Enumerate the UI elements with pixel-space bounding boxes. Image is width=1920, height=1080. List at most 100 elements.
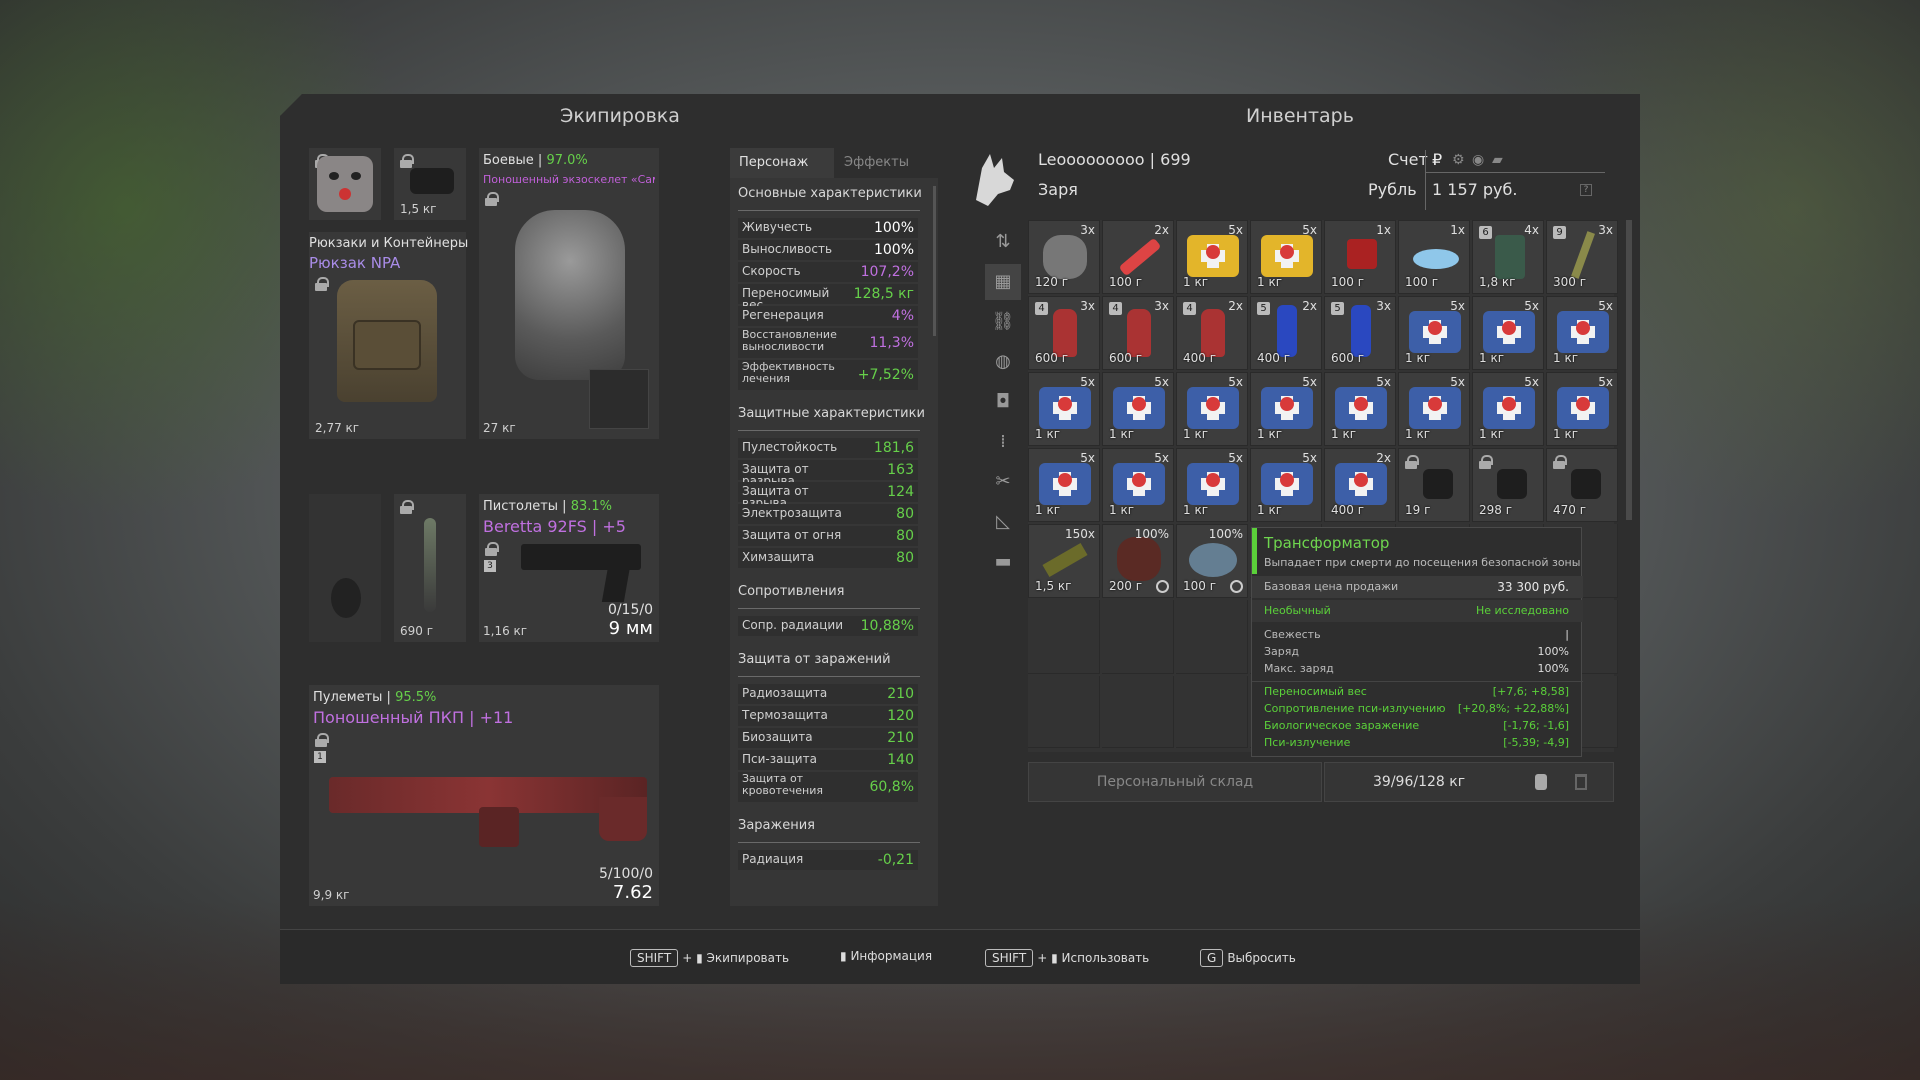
inventory-item[interactable]: 5x 1 кг bbox=[1102, 448, 1174, 522]
trash-icon[interactable] bbox=[1575, 774, 1587, 790]
armor-name: Поношенный экзоскелет «Самсон» |... bbox=[483, 173, 655, 186]
pistol-slot-number: 3 bbox=[484, 560, 496, 572]
inventory-item[interactable]: 1x 100 г bbox=[1324, 220, 1396, 294]
inventory-weight: 39/96/128 кг bbox=[1373, 774, 1466, 790]
stat-row: Пулестойкость 181,6 bbox=[738, 438, 918, 458]
stat-value: 11,3% bbox=[869, 335, 914, 351]
inventory-item[interactable]: 5x 1 кг bbox=[1472, 372, 1544, 446]
stat-value: 163 bbox=[887, 462, 914, 478]
tooltip-mod-value: [+7,6; +8,58] bbox=[1492, 685, 1569, 698]
ruble-icon[interactable]: ₽ bbox=[1432, 150, 1442, 169]
inventory-item[interactable]: 5x 1 кг bbox=[1472, 296, 1544, 370]
inventory-item[interactable]: 100% 200 г bbox=[1102, 524, 1174, 598]
inventory-item[interactable]: 5 3x 600 г bbox=[1324, 296, 1396, 370]
lock-icon bbox=[1479, 455, 1493, 469]
stat-name: Термозащита bbox=[742, 708, 828, 722]
inventory-item[interactable]: 298 г bbox=[1472, 448, 1544, 522]
inventory-item[interactable]: 5x 1 кг bbox=[1250, 448, 1322, 522]
inventory-item[interactable]: 5x 1 кг bbox=[1546, 296, 1618, 370]
empty-cell[interactable] bbox=[1102, 676, 1174, 748]
player-faction: Заря bbox=[1038, 180, 1078, 199]
compass-icon[interactable]: ◉ bbox=[1472, 152, 1484, 168]
inventory-item[interactable]: 5x 1 кг bbox=[1102, 372, 1174, 446]
item-count: 5x bbox=[1228, 451, 1243, 465]
inventory-item[interactable]: 5 2x 400 г bbox=[1250, 296, 1322, 370]
hint-use-label: Использовать bbox=[1061, 951, 1150, 965]
inventory-item[interactable]: 6 4x 1,8 кг bbox=[1472, 220, 1544, 294]
inventory-item[interactable]: 4 2x 400 г bbox=[1176, 296, 1248, 370]
inventory-item[interactable]: 5x 1 кг bbox=[1398, 296, 1470, 370]
inventory-item[interactable]: 100% 100 г bbox=[1176, 524, 1248, 598]
empty-cell[interactable] bbox=[1028, 600, 1100, 674]
empty-cell[interactable] bbox=[1028, 676, 1100, 748]
armor-slot[interactable]: Боевые | 97.0% Поношенный экзоскелет «Са… bbox=[479, 148, 659, 439]
armor-mod-slot[interactable] bbox=[589, 369, 649, 429]
camera-icon[interactable]: ◘ bbox=[985, 384, 1021, 420]
sort-icon[interactable]: ⇅ bbox=[985, 224, 1021, 260]
item-weight: 1 кг bbox=[1257, 275, 1283, 289]
empty-cell[interactable] bbox=[1176, 600, 1248, 674]
inventory-scrollbar[interactable] bbox=[1626, 220, 1632, 520]
inventory-item[interactable]: 5x 1 кг bbox=[1176, 448, 1248, 522]
night-vision-slot[interactable]: 1,5 кг bbox=[394, 148, 466, 220]
inventory-item[interactable]: 470 г bbox=[1546, 448, 1618, 522]
pistol-name: Beretta 92FS | +5 bbox=[483, 517, 626, 536]
bottle-icon bbox=[1127, 309, 1151, 357]
truck-icon[interactable]: ▰ bbox=[1492, 152, 1503, 168]
inventory-item[interactable]: 5x 1 кг bbox=[1250, 372, 1322, 446]
empty-cell[interactable] bbox=[1176, 676, 1248, 748]
pistol-slot[interactable]: Пистолеты | 83.1% Beretta 92FS | +5 3 0/… bbox=[479, 494, 659, 642]
inventory-item[interactable]: 5x 1 кг bbox=[1250, 220, 1322, 294]
item-weight: 298 г bbox=[1479, 503, 1513, 517]
inventory-item[interactable]: 5x 1 кг bbox=[1028, 372, 1100, 446]
tab-effects[interactable]: Эффекты bbox=[834, 148, 938, 178]
inventory-item[interactable]: 2x 400 г bbox=[1324, 448, 1396, 522]
item-weight: 1 кг bbox=[1183, 275, 1209, 289]
box-icon[interactable]: ▬ bbox=[985, 544, 1021, 580]
inventory-item[interactable]: 1x 100 г bbox=[1398, 220, 1470, 294]
tab-character[interactable]: Персонаж bbox=[730, 148, 834, 178]
inventory-item[interactable]: 5x 1 кг bbox=[1028, 448, 1100, 522]
attachment-icon bbox=[1497, 469, 1527, 499]
grenade-slot[interactable] bbox=[309, 494, 381, 642]
bullets-icon[interactable]: ⁞ bbox=[985, 424, 1021, 460]
item-weight: 100 г bbox=[1331, 275, 1365, 289]
machine-gun-slot[interactable]: Пулеметы | 95.5% Поношенный ПКП | +11 1 … bbox=[309, 685, 659, 906]
inventory-item[interactable]: 5x 1 кг bbox=[1398, 372, 1470, 446]
stat-name: Восстановление выносливости bbox=[742, 328, 837, 353]
item-tier: 6 bbox=[1479, 226, 1492, 239]
gear-icon[interactable]: ⚙ bbox=[1452, 152, 1465, 168]
stat-name: Пси-защита bbox=[742, 752, 817, 766]
exoskeleton-icon bbox=[515, 210, 625, 380]
backpack-slot[interactable]: Рюкзаки и Контейнеры Рюкзак NPA 2,77 кг bbox=[309, 232, 468, 439]
stats-scrollbar[interactable] bbox=[933, 186, 936, 336]
inventory-item[interactable]: 5x 1 кг bbox=[1176, 220, 1248, 294]
mask-slot[interactable] bbox=[309, 148, 381, 220]
personal-storage-button[interactable]: Персональный склад bbox=[1028, 762, 1322, 802]
link-icon[interactable]: ⛓ bbox=[985, 304, 1021, 340]
melee-slot[interactable]: 690 г bbox=[394, 494, 466, 642]
globe-icon[interactable]: ◍ bbox=[985, 344, 1021, 380]
stat-row: Электрозащита 80 bbox=[738, 504, 918, 524]
inventory-item[interactable]: 4 3x 600 г bbox=[1028, 296, 1100, 370]
inventory-item[interactable]: 2x 100 г bbox=[1102, 220, 1174, 294]
grid-icon[interactable]: ▦ bbox=[985, 264, 1021, 300]
transformer-artifact-icon bbox=[1189, 543, 1237, 577]
inventory-item[interactable]: 4 3x 600 г bbox=[1102, 296, 1174, 370]
artifact-icon bbox=[1043, 235, 1087, 279]
tools-icon[interactable]: ✂ bbox=[985, 464, 1021, 500]
inventory-item[interactable]: 5x 1 кг bbox=[1324, 372, 1396, 446]
inventory-item[interactable]: 9 3x 300 г bbox=[1546, 220, 1618, 294]
item-weight: 1 кг bbox=[1257, 427, 1283, 441]
inventory-item[interactable]: 5x 1 кг bbox=[1176, 372, 1248, 446]
empty-cell[interactable] bbox=[1102, 600, 1174, 674]
item-tier: 4 bbox=[1183, 302, 1196, 315]
inventory-item[interactable]: 19 г bbox=[1398, 448, 1470, 522]
inventory-item[interactable]: 150x 1,5 кг bbox=[1028, 524, 1100, 598]
help-icon[interactable]: ? bbox=[1580, 184, 1592, 196]
inventory-item[interactable]: 3x 120 г bbox=[1028, 220, 1100, 294]
inventory-item[interactable]: 5x 1 кг bbox=[1546, 372, 1618, 446]
ruler-icon[interactable]: ◺ bbox=[985, 504, 1021, 540]
night-vision-icon bbox=[410, 168, 454, 194]
item-count: 5x bbox=[1524, 375, 1539, 389]
